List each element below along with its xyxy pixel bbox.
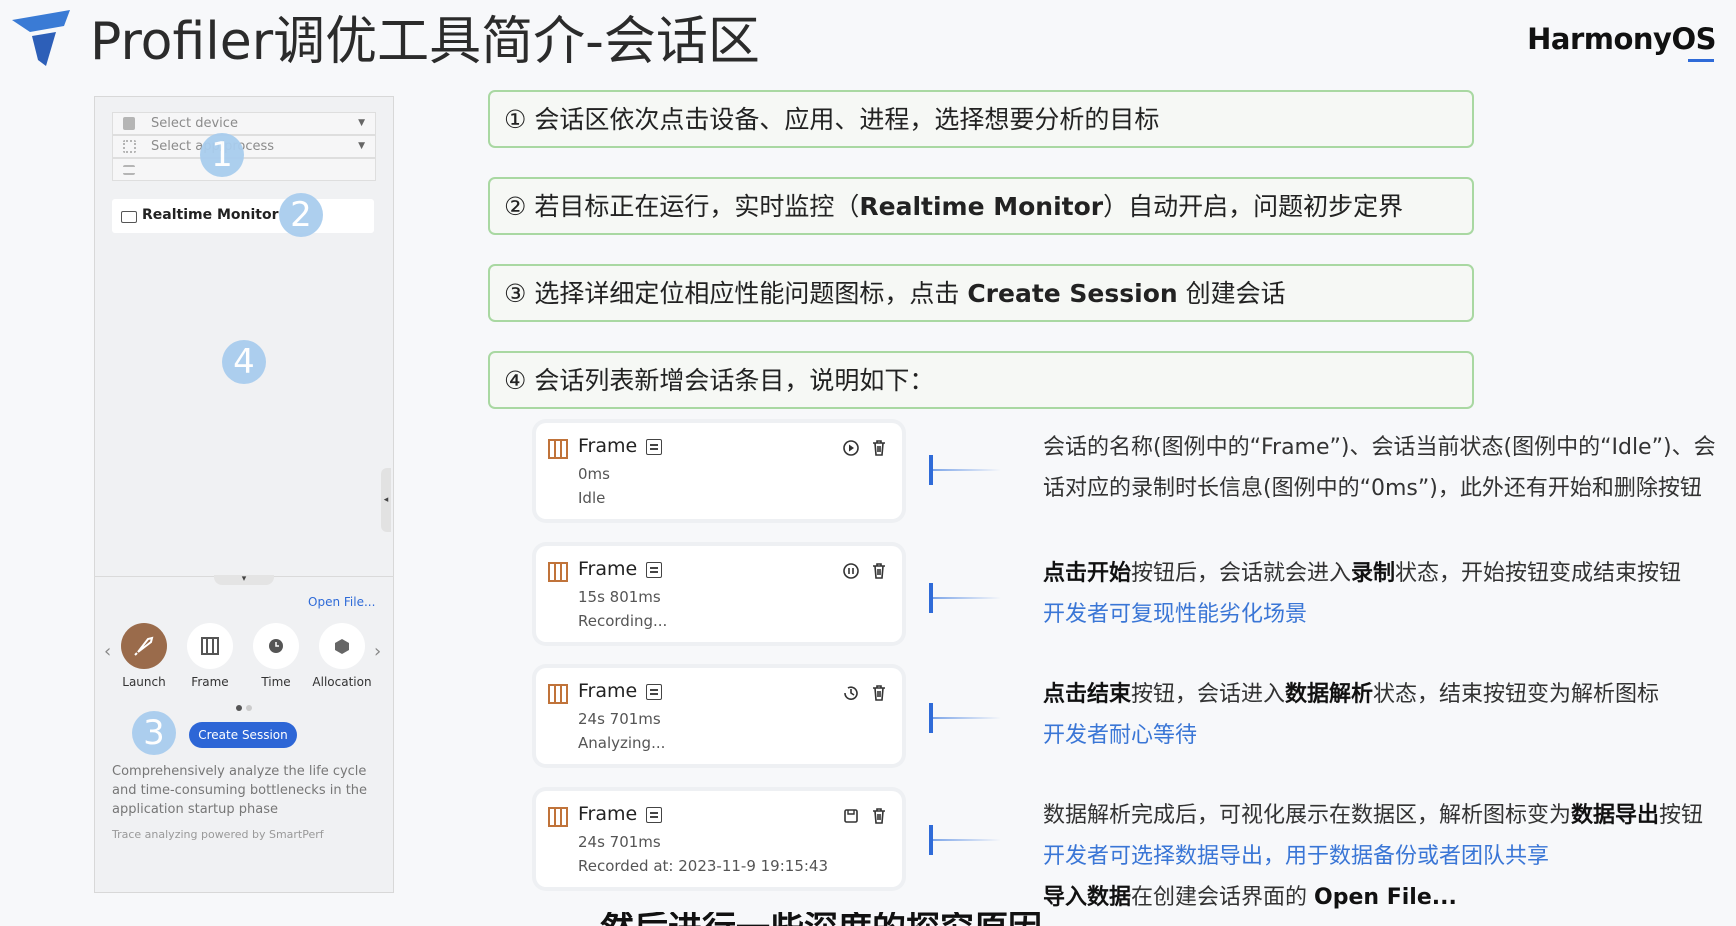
desc-session-idle: 会话的名称(图例中的“Frame”)、会话当前状态(图例中的“Idle”)、会 …: [1043, 435, 1716, 501]
analyze-icon: [844, 686, 858, 700]
callout-step-4: ④ 会话列表新增会话条目，说明如下：: [488, 351, 1474, 409]
desc-session-recorded: 数据解析完成后，可视化展示在数据区，解析图标变为数据导出按钮 开发者可选择数据导…: [1043, 803, 1704, 910]
chevron-down-icon: ▼: [358, 141, 365, 151]
monitor-icon: [121, 211, 137, 223]
details-icon[interactable]: [646, 562, 662, 578]
video-subtitle: 然后进行一些深度的探究原因: [600, 912, 1160, 926]
session-card-analyzing[interactable]: Frame 24s 701ms Analyzing...: [536, 668, 902, 764]
prev-arrow-icon[interactable]: ‹: [104, 641, 111, 662]
tool-allocation[interactable]: Allocation: [312, 623, 372, 689]
callout-step-3: ③ 选择详细定位相应性能问题图标，点击 Create Session 创建会话: [488, 264, 1474, 322]
details-icon[interactable]: [646, 439, 662, 455]
select-process-dropdown[interactable]: Select app/process ▼: [112, 135, 376, 158]
tool-frame[interactable]: Frame: [180, 623, 240, 689]
create-session-button[interactable]: Create Session: [189, 722, 297, 748]
select-thread-dropdown[interactable]: [112, 158, 376, 181]
open-file-link[interactable]: Open File...: [308, 595, 375, 609]
connector-line-2: [933, 597, 1001, 599]
save-icon[interactable]: [842, 807, 860, 825]
session-card-recording[interactable]: Frame 15s 801ms Recording...: [536, 546, 902, 642]
frame-icon: [548, 807, 568, 827]
desc-session-analyzing: 点击结束按钮，会话进入数据解析状态，结束按钮变为解析图标 开发者耐心等待: [1043, 682, 1660, 748]
connector-line-4: [933, 839, 1001, 841]
cube-icon: [319, 623, 365, 669]
collapse-handle[interactable]: ◂: [381, 468, 391, 532]
step-badge-2: 2: [279, 193, 323, 237]
connector-line-3: [933, 717, 1001, 719]
desc-session-recording: 点击开始按钮后，会话就会进入录制状态，开始按钮变成结束按钮 开发者可复现性能劣化…: [1043, 561, 1682, 627]
clock-icon: [253, 623, 299, 669]
trash-icon[interactable]: [870, 562, 888, 580]
apps-icon: [123, 140, 136, 153]
details-icon[interactable]: [646, 807, 662, 823]
frame-icon: [548, 439, 568, 459]
start-icon[interactable]: [842, 439, 860, 457]
page-title: Profiler调优工具简介-会话区: [90, 12, 760, 72]
pager-dots: [234, 696, 254, 715]
realtime-monitor-item[interactable]: Realtime Monitor: [112, 199, 374, 233]
next-arrow-icon[interactable]: ›: [374, 641, 381, 662]
profiler-logo-icon: [12, 10, 70, 66]
callout-step-2: ② 若目标正在运行，实时监控（Realtime Monitor）自动开启，问题初…: [488, 177, 1474, 235]
step-badge-1: 1: [200, 133, 244, 177]
brand-underline: [1688, 59, 1714, 62]
chevron-down-icon: ▼: [358, 118, 365, 128]
step-badge-3: 3: [132, 711, 176, 755]
harmonyos-brand: HarmonyOS: [1527, 22, 1716, 56]
trash-icon[interactable]: [870, 439, 888, 457]
step-badge-4: 4: [222, 340, 266, 384]
session-card-recorded[interactable]: Frame 24s 701ms Recorded at: 2023-11-9 1…: [536, 791, 902, 887]
tool-time[interactable]: Time: [246, 623, 306, 689]
trash-icon[interactable]: [870, 807, 888, 825]
session-card-idle[interactable]: Frame 0ms Idle: [536, 423, 902, 519]
stop-icon[interactable]: [842, 562, 860, 580]
callout-step-1: ① 会话区依次点击设备、应用、进程，选择想要分析的目标: [488, 90, 1474, 148]
rocket-icon: [121, 623, 167, 669]
tool-description: Comprehensively analyze the life cycle a…: [112, 764, 368, 817]
frame-icon: [548, 684, 568, 704]
device-icon: [123, 117, 135, 130]
tool-launch[interactable]: Launch: [114, 623, 174, 689]
powered-by-text: Trace analyzing powered by SmartPerf: [112, 828, 324, 841]
select-device-dropdown[interactable]: Select device ▼: [112, 112, 376, 135]
trash-icon[interactable]: [870, 684, 888, 702]
expand-handle[interactable]: ▾: [214, 575, 274, 585]
frame-icon: [187, 623, 233, 669]
list-icon: [123, 165, 135, 175]
connector-line-1: [933, 469, 1001, 471]
frame-icon: [548, 562, 568, 582]
details-icon[interactable]: [646, 684, 662, 700]
